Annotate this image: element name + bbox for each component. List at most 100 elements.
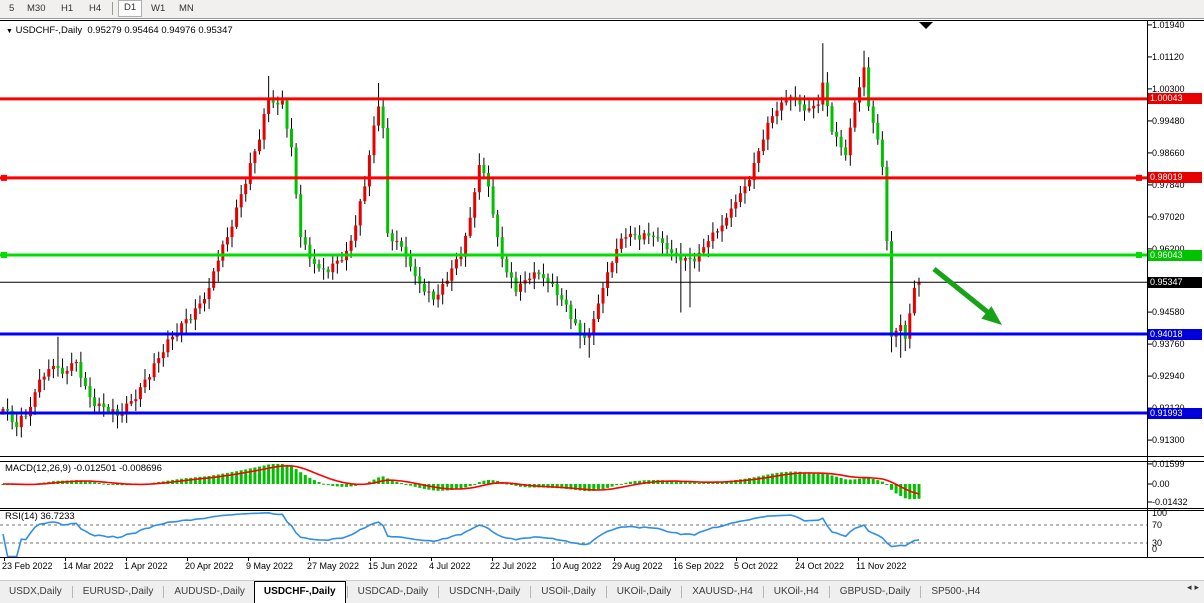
- rsi-value: 36.7233: [40, 511, 74, 522]
- chart-canvas[interactable]: [0, 0, 1204, 603]
- price-badge-0.96043: 0.96043: [1148, 250, 1202, 261]
- ohlc-close: 0.95347: [198, 25, 232, 36]
- tab-audusd-daily[interactable]: AUDUSD-,Daily: [165, 581, 254, 603]
- date-tick-label: 1 Apr 2022: [124, 561, 168, 571]
- date-tick: [736, 557, 737, 561]
- tab-xauusd-h4[interactable]: XAUUSD-,H4: [683, 581, 762, 603]
- date-tick: [431, 557, 432, 561]
- date-tick-label: 5 Oct 2022: [734, 561, 778, 571]
- macd-title: MACD(12,26,9) -0.012501 -0.008696: [5, 463, 162, 474]
- tab-separator: [681, 586, 682, 598]
- tab-usdchf-daily[interactable]: USDCHF-,Daily: [254, 581, 346, 603]
- date-tick: [187, 557, 188, 561]
- tab-separator: [763, 586, 764, 598]
- price-tick: 0.98660: [1152, 148, 1202, 158]
- price-tick: 0.97020: [1152, 212, 1202, 222]
- date-tick-label: 24 Oct 2022: [795, 561, 844, 571]
- date-tick-label: 9 May 2022: [246, 561, 293, 571]
- macd-label: MACD(12,26,9): [5, 463, 71, 474]
- price-badge-1.00043: 1.00043: [1148, 93, 1202, 104]
- date-tick-label: 4 Jul 2022: [429, 561, 471, 571]
- price-tick: 0.92940: [1152, 371, 1202, 381]
- level-handle[interactable]: [1, 252, 7, 258]
- price-badge-0.94018: 0.94018: [1148, 329, 1202, 340]
- date-tick-label: 29 Aug 2022: [612, 561, 663, 571]
- date-tick: [675, 557, 676, 561]
- chart-shift-marker-icon: [919, 22, 933, 29]
- date-tick: [309, 557, 310, 561]
- symbol-tab-bar: USDX,DailyEURUSD-,DailyAUDUSD-,DailyUSDC…: [0, 580, 1204, 603]
- tab-usoil-daily[interactable]: USOil-,Daily: [532, 581, 604, 603]
- price-tick: 1.01120: [1152, 52, 1202, 62]
- tab-separator: [163, 586, 164, 598]
- tab-separator: [72, 586, 73, 598]
- candlestick-series: [2, 43, 921, 437]
- tab-usdx-daily[interactable]: USDX,Daily: [0, 581, 71, 603]
- tab-separator: [438, 586, 439, 598]
- tab-separator: [920, 586, 921, 598]
- date-tick: [492, 557, 493, 561]
- price-tick: 0.91300: [1152, 435, 1202, 445]
- macd-value-signal: -0.008696: [119, 463, 162, 474]
- level-handle[interactable]: [1, 175, 7, 181]
- date-tick: [4, 557, 5, 561]
- trend-arrow-line[interactable]: [934, 269, 990, 314]
- tab-usdcnh-daily[interactable]: USDCNH-,Daily: [440, 581, 529, 603]
- date-tick-label: 27 May 2022: [307, 561, 359, 571]
- date-tick-label: 22 Jul 2022: [490, 561, 537, 571]
- date-tick: [797, 557, 798, 561]
- tab-ukoil-daily[interactable]: UKOil-,Daily: [608, 581, 680, 603]
- price-badge-0.91993: 0.91993: [1148, 408, 1202, 419]
- ohlc-high: 0.95464: [124, 25, 158, 36]
- tab-usdcad-daily[interactable]: USDCAD-,Daily: [349, 581, 438, 603]
- macd-scale-tick: -0.01432: [1152, 497, 1202, 507]
- price-badge-0.98019: 0.98019: [1148, 172, 1202, 183]
- chart-title-symbol: USDCHF-,Daily: [16, 25, 83, 36]
- ohlc-open: 0.95279: [87, 25, 121, 36]
- level-handle[interactable]: [1136, 252, 1142, 258]
- date-tick: [858, 557, 859, 561]
- date-tick-label: 10 Aug 2022: [551, 561, 602, 571]
- tab-gbpusd-daily[interactable]: GBPUSD-,Daily: [831, 581, 920, 603]
- date-tick-label: 20 Apr 2022: [185, 561, 234, 571]
- tab-separator: [530, 586, 531, 598]
- level-handle[interactable]: [1136, 175, 1142, 181]
- date-tick: [65, 557, 66, 561]
- tab-sp500-h4[interactable]: SP500-,H4: [922, 581, 989, 603]
- date-tick: [553, 557, 554, 561]
- date-tick: [248, 557, 249, 561]
- trading-app-window: 5M30H1H4D1W1MN ▼ USDCHF-,Daily 0.95279 0…: [0, 0, 1204, 603]
- rsi-scale-tick: 0: [1152, 544, 1202, 554]
- macd-value-main: -0.012501: [74, 463, 117, 474]
- tab-separator: [829, 586, 830, 598]
- rsi-line: [3, 513, 919, 557]
- rsi-scale-tick: 70: [1152, 520, 1202, 530]
- price-tick: 0.94580: [1152, 307, 1202, 317]
- ohlc-low: 0.94976: [161, 25, 195, 36]
- macd-scale-tick: 0.01599: [1152, 459, 1202, 469]
- date-tick-label: 23 Feb 2022: [2, 561, 53, 571]
- tab-ukoil-h4[interactable]: UKOil-,H4: [765, 581, 828, 603]
- price-badge-0.95347: 0.95347: [1148, 277, 1202, 288]
- date-tick: [614, 557, 615, 561]
- macd-scale-tick: 0.00: [1152, 479, 1202, 489]
- date-tick-label: 14 Mar 2022: [63, 561, 114, 571]
- tab-separator: [347, 586, 348, 598]
- chart-title: ▼ USDCHF-,Daily 0.95279 0.95464 0.94976 …: [6, 25, 233, 36]
- rsi-title: RSI(14) 36.7233: [5, 511, 75, 522]
- date-tick: [370, 557, 371, 561]
- date-tick-label: 11 Nov 2022: [856, 561, 906, 571]
- rsi-label: RSI(14): [5, 511, 38, 522]
- price-tick: 1.01940: [1152, 20, 1202, 30]
- tab-nav-arrows: ◂▸: [1187, 582, 1202, 593]
- price-tick: 0.99480: [1152, 116, 1202, 126]
- collapse-indicators-icon[interactable]: ▼: [6, 28, 13, 35]
- date-tick-label: 15 Jun 2022: [368, 561, 418, 571]
- tab-separator: [606, 586, 607, 598]
- date-tick: [126, 557, 127, 561]
- tab-eurusd-daily[interactable]: EURUSD-,Daily: [74, 581, 163, 603]
- tab-scroll-right-icon[interactable]: ▸: [1194, 582, 1202, 592]
- rsi-scale-tick: 100: [1152, 508, 1202, 518]
- price-tick: 0.93760: [1152, 339, 1202, 349]
- date-tick-label: 16 Sep 2022: [673, 561, 724, 571]
